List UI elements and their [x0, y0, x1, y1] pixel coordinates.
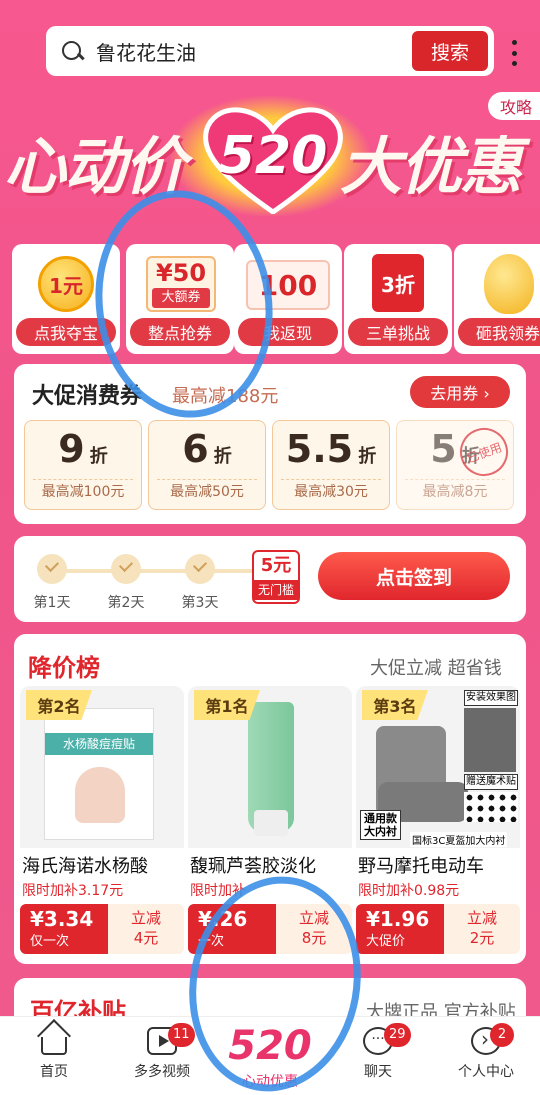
coupon-unit: 折	[213, 446, 232, 467]
box-band: 水杨酸痘痘贴	[45, 733, 153, 755]
coupon-unit: 折	[358, 446, 377, 467]
day-label: 第3天	[181, 595, 219, 611]
product-subsidy: 限时加补0.98元	[358, 883, 460, 899]
product-card[interactable]: 安装效果图 赠送魔术贴 通用款 大内衬 国标3C夏盔加大内衬 第3名 野马摩托电…	[356, 686, 520, 956]
tab-label: 首页	[40, 1064, 68, 1080]
cut-label: 立减	[466, 909, 497, 927]
strategy-tag[interactable]: 攻略	[488, 92, 540, 120]
cut-label: 立减	[130, 909, 161, 927]
coupon-item[interactable]: 5.5 折 最高减30元	[272, 420, 390, 510]
rank-badge: 第2名	[26, 690, 92, 720]
check-icon	[185, 554, 215, 584]
tab-label: 聊天	[364, 1064, 392, 1080]
video-badge: 11	[168, 1023, 195, 1047]
product-name: 野马摩托电动车	[358, 856, 484, 877]
entry-smash-egg[interactable]: 砸我领券	[454, 244, 540, 354]
check-icon	[111, 554, 141, 584]
banner-heart-number: 520	[218, 126, 328, 186]
section-subtitle[interactable]: 大促立减 超省钱	[370, 654, 502, 680]
entry-label: 三单挑战	[348, 318, 448, 346]
checkin-card: 第1天 第2天 第3天 5元 无门槛 点击签到	[14, 536, 526, 622]
image-caption: 国标3C夏盔加大内衬	[410, 832, 508, 847]
chat-badge: 29	[384, 1023, 411, 1047]
day-label: 第2天	[107, 595, 145, 611]
cut-value: 2元	[469, 929, 495, 947]
cut-value: 4元	[133, 929, 159, 947]
price-note: 大促价	[366, 934, 406, 949]
section-title: 降价榜	[28, 654, 100, 682]
reward-value: 5元	[260, 555, 292, 576]
image-caption: 安装效果图	[464, 690, 518, 706]
image-caption: 通用款 大内衬	[360, 810, 401, 840]
entry-three-orders[interactable]: 3折 三单挑战	[344, 244, 452, 354]
use-coupon-button[interactable]: 去用券 ›	[410, 376, 510, 408]
red-envelope-icon: 3折	[372, 254, 424, 312]
price: ¥3.34	[30, 907, 94, 931]
day-label: 第1天	[33, 595, 71, 611]
entry-label: 砸我领券	[458, 318, 540, 346]
search-icon	[60, 39, 84, 63]
quick-entries: 1元 点我夺宝 ¥50 大额券 整点抢券 100 我返现 3折 三单挑战 砸我领…	[12, 244, 540, 354]
tab-profile[interactable]: 个人中心 2	[432, 1017, 540, 1095]
coupon-item[interactable]: 9 折 最高减100元	[24, 420, 142, 510]
promo-coupon-card: 大促消费券 最高减188元 去用券 › 9 折 最高减100元 6 折 最高减5…	[14, 364, 526, 524]
checkin-day: 第3天	[172, 554, 228, 612]
coupon-note: 最高减50元	[170, 484, 244, 500]
tab-home[interactable]: 首页	[0, 1017, 108, 1095]
profile-badge: 2	[490, 1023, 514, 1047]
coupon-note: 最高减30元	[294, 484, 368, 500]
price-bar: ¥3.34 仅一次 立减 4元	[20, 904, 184, 954]
product-subsidy: 限时加补3.17元	[22, 883, 124, 899]
coupon-value: 5	[430, 427, 457, 471]
product-image: 第1名	[188, 686, 352, 848]
rank-badge: 第1名	[194, 690, 260, 720]
coupon-note: 最高减100元	[41, 484, 125, 500]
product-image: 安装效果图 赠送魔术贴 通用款 大内衬 国标3C夏盔加大内衬 第3名	[356, 686, 520, 848]
checkin-day: 第1天	[24, 554, 80, 612]
velcro-image	[464, 792, 518, 822]
checkin-track	[54, 569, 264, 573]
home-icon	[41, 1037, 67, 1055]
coupon-item[interactable]: 6 折 最高减50元	[148, 420, 266, 510]
coin-icon: 1元	[38, 256, 94, 312]
reward-note: 无门槛	[254, 580, 298, 600]
coupon-value: 5.5	[285, 427, 354, 471]
tab-label: 个人中心	[458, 1064, 514, 1080]
product-name: 海氏海诺水杨酸	[22, 856, 148, 877]
search-bar[interactable]: 鲁花花生油 搜索	[46, 26, 494, 76]
product-image: 水杨酸痘痘贴 第2名	[20, 686, 184, 848]
more-menu-icon[interactable]	[510, 40, 518, 66]
check-icon	[37, 554, 67, 584]
promo-banner: 心动价 520 大优惠	[0, 96, 540, 236]
search-input[interactable]: 鲁花花生油	[96, 37, 412, 66]
tab-label: 多多视频	[134, 1064, 190, 1080]
checkin-day: 第2天	[98, 554, 154, 612]
reward-tag: 5元 无门槛	[252, 550, 300, 604]
coupon-note: 最高减8元	[422, 484, 488, 500]
product-name: 馥珮芦荟胶淡化	[190, 856, 316, 877]
price-note: 仅一次	[30, 934, 70, 949]
coupon-value: 9	[58, 427, 85, 471]
banner-right-text: 大优惠	[340, 130, 522, 203]
coupon-value: 6	[182, 427, 209, 471]
image-caption: 赠送魔术贴	[464, 774, 518, 790]
product-card[interactable]: 水杨酸痘痘贴 第2名 海氏海诺水杨酸 限时加补3.17元 ¥3.34 仅一次 立…	[20, 686, 184, 956]
checkin-button[interactable]: 点击签到	[318, 552, 510, 600]
price-bar: ¥1.96 大促价 立减 2元	[356, 904, 520, 954]
golden-egg-icon	[484, 254, 534, 314]
patch-box-image: 水杨酸痘痘贴	[44, 708, 154, 840]
rank-badge: 第3名	[362, 690, 428, 720]
search-button[interactable]: 搜索	[412, 31, 488, 71]
coupon-unit: 折	[89, 446, 108, 467]
price: ¥1.96	[366, 907, 430, 931]
